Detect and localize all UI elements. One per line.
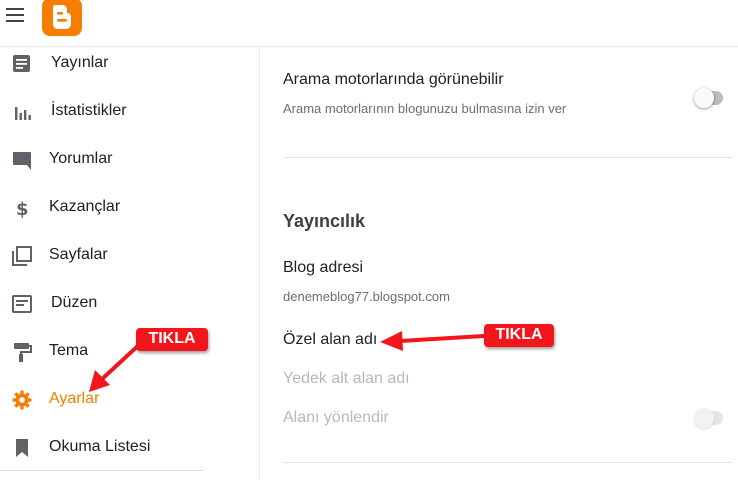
sidebar-divider [0,470,204,471]
layout-icon [12,295,32,313]
sidebar-item-settings[interactable]: Ayarlar [0,383,258,415]
hamburger-menu-icon[interactable] [6,8,24,22]
sidebar-item-stats[interactable]: İstatistikler [0,95,258,127]
blogger-logo-icon[interactable] [42,0,82,36]
dollar-icon: $ [16,199,29,219]
section-divider [283,157,732,158]
sidebar-item-label: Yorumlar [49,150,113,167]
sidebar-annotation-label: TIKLA [136,328,208,351]
sidebar-item-earnings[interactable]: $ Kazançlar [0,191,258,223]
sidebar-item-posts[interactable]: Yayınlar [0,47,258,79]
sidebar-nav: Yayınlar İstatistikler Yorumlar $ Kazanç… [0,46,260,480]
sidebar-item-label: Okuma Listesi [49,438,151,455]
toggle-knob [694,408,714,428]
toggle-knob [694,88,714,108]
sidebar-item-reading-list[interactable]: Okuma Listesi [0,431,258,463]
sidebar-item-label: Ayarlar [49,390,100,407]
top-bar [0,0,738,47]
bookmark-icon [16,439,28,457]
blogger-b-icon [53,5,71,29]
sidebar-item-label: İstatistikler [51,102,127,119]
sidebar-item-comments[interactable]: Yorumlar [0,143,258,175]
sidebar-item-label: Sayfalar [49,246,108,263]
section-divider [283,462,732,463]
search-visibility-description: Arama motorlarının blogunuzu bulmasına i… [283,101,567,116]
search-visibility-toggle[interactable] [694,88,723,108]
sidebar-item-label: Yayınlar [51,54,109,71]
sidebar-item-pages[interactable]: Sayfalar [0,239,258,271]
redirect-domain-title: Alanı yönlendir [283,409,389,426]
custom-domain-link[interactable]: Özel alan adı [283,331,377,349]
main-annotation-label: TIKLA [484,324,554,347]
svg-text:$: $ [16,199,29,219]
sidebar-item-layout[interactable]: Düzen [0,287,258,319]
pages-icon [12,246,32,266]
fallback-subdomain-title: Yedek alt alan adı [283,370,410,387]
sidebar-item-label: Tema [49,342,89,359]
stats-icon [15,107,31,120]
comments-icon [13,152,31,170]
blog-address-title: Blog adresi [283,259,364,276]
redirect-domain-toggle [694,408,723,428]
paint-roller-icon [14,343,32,362]
sidebar-item-theme[interactable]: Tema [0,335,258,367]
publishing-section-title: Yayıncılık [283,211,366,231]
sidebar-item-label: Kazançlar [49,198,121,215]
blog-address-value: denemeblog77.blogspot.com [283,289,450,304]
gear-icon [12,390,32,410]
settings-panel: Arama motorlarında görünebilir Arama mot… [260,46,738,480]
search-visibility-title: Arama motorlarında görünebilir [283,71,504,88]
sidebar-item-label: Düzen [51,294,98,311]
posts-icon [13,55,30,72]
